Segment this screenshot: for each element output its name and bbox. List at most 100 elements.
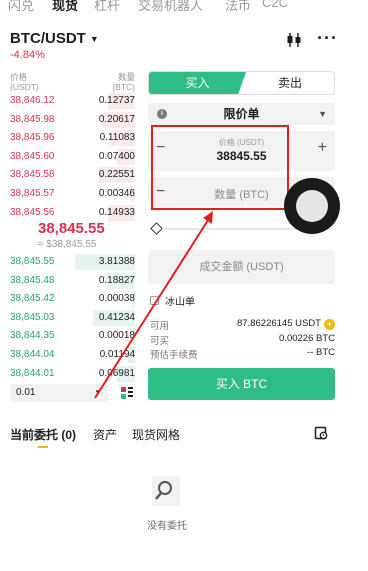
bid-qty: 0.01194 <box>99 349 135 360</box>
bid-qty: 0.06981 <box>98 367 135 379</box>
bid-price: 38,844.01 <box>10 367 55 379</box>
can-buy-row: 可买 0.00226 BTC <box>150 333 335 347</box>
ask-qty: 0.20617 <box>98 113 135 125</box>
bid-qty: 0.00018 <box>98 330 135 342</box>
info-icon[interactable]: i <box>157 109 167 119</box>
bid-row[interactable]: 38,845.42 0.00038 <box>10 290 135 308</box>
available-value: 87.86226145 USDT <box>237 318 321 329</box>
last-price: 38,845.55 <box>38 220 105 237</box>
tab-trading-bot[interactable]: 交易机器人 <box>138 0 203 12</box>
bid-row[interactable]: 38,845.03 0.41234 <box>10 309 135 327</box>
iceberg-checkbox[interactable] <box>150 296 159 305</box>
more-options-icon[interactable]: ··· <box>317 29 338 47</box>
price-header-label: 价格 <box>10 72 28 82</box>
ask-price: 38,845.56 <box>10 206 55 218</box>
orderbook-qty-header: 数量 (BTC) <box>112 72 135 92</box>
iceberg-option[interactable]: 冰山单 <box>150 293 195 308</box>
ask-price: 38,846.12 <box>10 95 55 106</box>
ask-qty: 0.12737 <box>98 95 135 106</box>
slider-handle[interactable] <box>150 222 163 235</box>
buy-tab[interactable]: 买入 <box>149 72 246 94</box>
ask-price: 38,845.96 <box>10 132 55 144</box>
price-header-unit: (USDT) <box>10 82 39 92</box>
ask-row[interactable]: 38,845.57 0.00346 <box>10 185 135 203</box>
available-row: 可用 87.86226145 USDT + <box>150 318 335 332</box>
tab-c2c[interactable]: C2C <box>262 0 288 10</box>
tab-margin[interactable]: 杠杆 <box>94 0 120 12</box>
candlestick-chart-icon[interactable] <box>285 31 303 49</box>
bid-qty: 3.81388 <box>98 256 135 267</box>
ask-price: 38,845.60 <box>10 150 55 162</box>
buy-btc-button[interactable]: 买入 BTC <box>148 368 335 400</box>
total-placeholder: 成交金额 (USDT) <box>199 261 284 273</box>
available-label: 可用 <box>150 321 170 332</box>
touch-indicator <box>284 178 340 234</box>
ask-row[interactable]: 38,845.96 0.11083 <box>10 129 135 147</box>
touch-indicator-center <box>296 190 328 222</box>
last-price-fiat: ≈ $38,845.55 <box>38 239 97 250</box>
fee-row: 预估手续费 -- BTC <box>150 347 335 361</box>
top-nav-tabs: 闪兑 现货 杠杆 交易机器人 法币 C2C <box>0 0 368 12</box>
fee-label: 预估手续费 <box>150 350 198 361</box>
tab-assets[interactable]: 资产 <box>93 426 117 443</box>
ask-qty: 0.00346 <box>98 188 135 199</box>
bid-price: 38,845.42 <box>10 293 55 305</box>
pair-title: BTC/USDT <box>10 30 86 47</box>
order-type-label: 限价单 <box>223 107 260 121</box>
ask-row[interactable]: 38,845.98 0.20617 <box>10 111 135 129</box>
ask-row[interactable]: 38,845.58 0.22551 <box>10 166 135 184</box>
ask-qty: 0.07400 <box>98 150 135 162</box>
depth-precision-select[interactable]: 0.01 ▼ <box>10 384 108 402</box>
bid-qty: 0.41234 <box>98 311 135 323</box>
ask-row[interactable]: 38,845.56 0.14933 <box>10 204 135 222</box>
bid-price: 38,845.03 <box>10 311 55 323</box>
price-increase-button[interactable]: + <box>318 139 327 157</box>
bid-row[interactable]: 38,845.55 3.81388 <box>10 253 135 271</box>
bid-price: 38,844.04 <box>10 349 55 360</box>
ask-qty: 0.22551 <box>98 169 135 181</box>
orderbook-price-header: 价格 (USDT) <box>10 72 39 92</box>
ask-row[interactable]: 38,845.60 0.07400 <box>10 148 135 166</box>
tab-open-orders[interactable]: 当前委托 (0) <box>10 426 76 443</box>
caret-down-icon: ▼ <box>318 109 327 119</box>
orders-tabs: 当前委托 (0) 资产 现货网格 <box>10 426 358 446</box>
empty-orders-text: 没有委托 <box>147 521 187 532</box>
pair-selector[interactable]: BTC/USDT ▼ <box>10 30 99 47</box>
ask-qty: 0.11083 <box>99 132 135 144</box>
tab-convert[interactable]: 闪兑 <box>8 0 34 12</box>
available-value-wrap: 87.86226145 USDT + <box>237 318 335 330</box>
iceberg-label: 冰山单 <box>165 297 195 308</box>
pair-change: -4.84% <box>10 49 45 61</box>
can-buy-label: 可买 <box>150 336 170 347</box>
total-amount-input[interactable]: 成交金额 (USDT) <box>148 250 335 284</box>
ask-price: 38,845.57 <box>10 188 55 199</box>
buy-sell-toggle: 买入 卖出 <box>148 71 335 95</box>
can-buy-value: 0.00226 BTC <box>279 333 335 344</box>
tab-spot-grid[interactable]: 现货网格 <box>132 426 180 443</box>
bid-qty: 0.18827 <box>98 274 135 286</box>
bid-row[interactable]: 38,844.35 0.00018 <box>10 327 135 345</box>
order-type-select[interactable]: i 限价单 ▼ <box>148 103 335 125</box>
tab-spot[interactable]: 现货 <box>52 0 78 12</box>
bid-row[interactable]: 38,845.48 0.18827 <box>10 272 135 290</box>
orderbook-layout-icon[interactable] <box>120 386 134 400</box>
qty-header-label: 数量 <box>117 72 135 82</box>
bid-price: 38,844.35 <box>10 330 55 342</box>
caret-down-icon: ▼ <box>89 33 99 44</box>
caret-down-icon: ▼ <box>94 388 102 397</box>
annotation-highlight-box <box>151 125 289 210</box>
bid-row[interactable]: 38,844.04 0.01194 <box>10 346 135 364</box>
bid-price: 38,845.55 <box>10 256 55 267</box>
bid-qty: 0.00038 <box>98 293 135 305</box>
ask-row[interactable]: 38,846.12 0.12737 <box>10 92 135 110</box>
tab-p2p-fiat[interactable]: 法币 <box>225 0 251 12</box>
add-funds-icon[interactable]: + <box>324 319 335 330</box>
sell-tab[interactable]: 卖出 <box>246 72 334 94</box>
bid-row[interactable]: 38,844.01 0.06981 <box>10 365 135 383</box>
bid-price: 38,845.48 <box>10 274 55 286</box>
depth-value: 0.01 <box>16 387 36 398</box>
order-history-icon[interactable] <box>314 426 328 440</box>
fee-value: -- BTC <box>307 347 335 358</box>
no-orders-search-icon <box>152 476 180 506</box>
qty-header-unit: (BTC) <box>112 82 135 92</box>
